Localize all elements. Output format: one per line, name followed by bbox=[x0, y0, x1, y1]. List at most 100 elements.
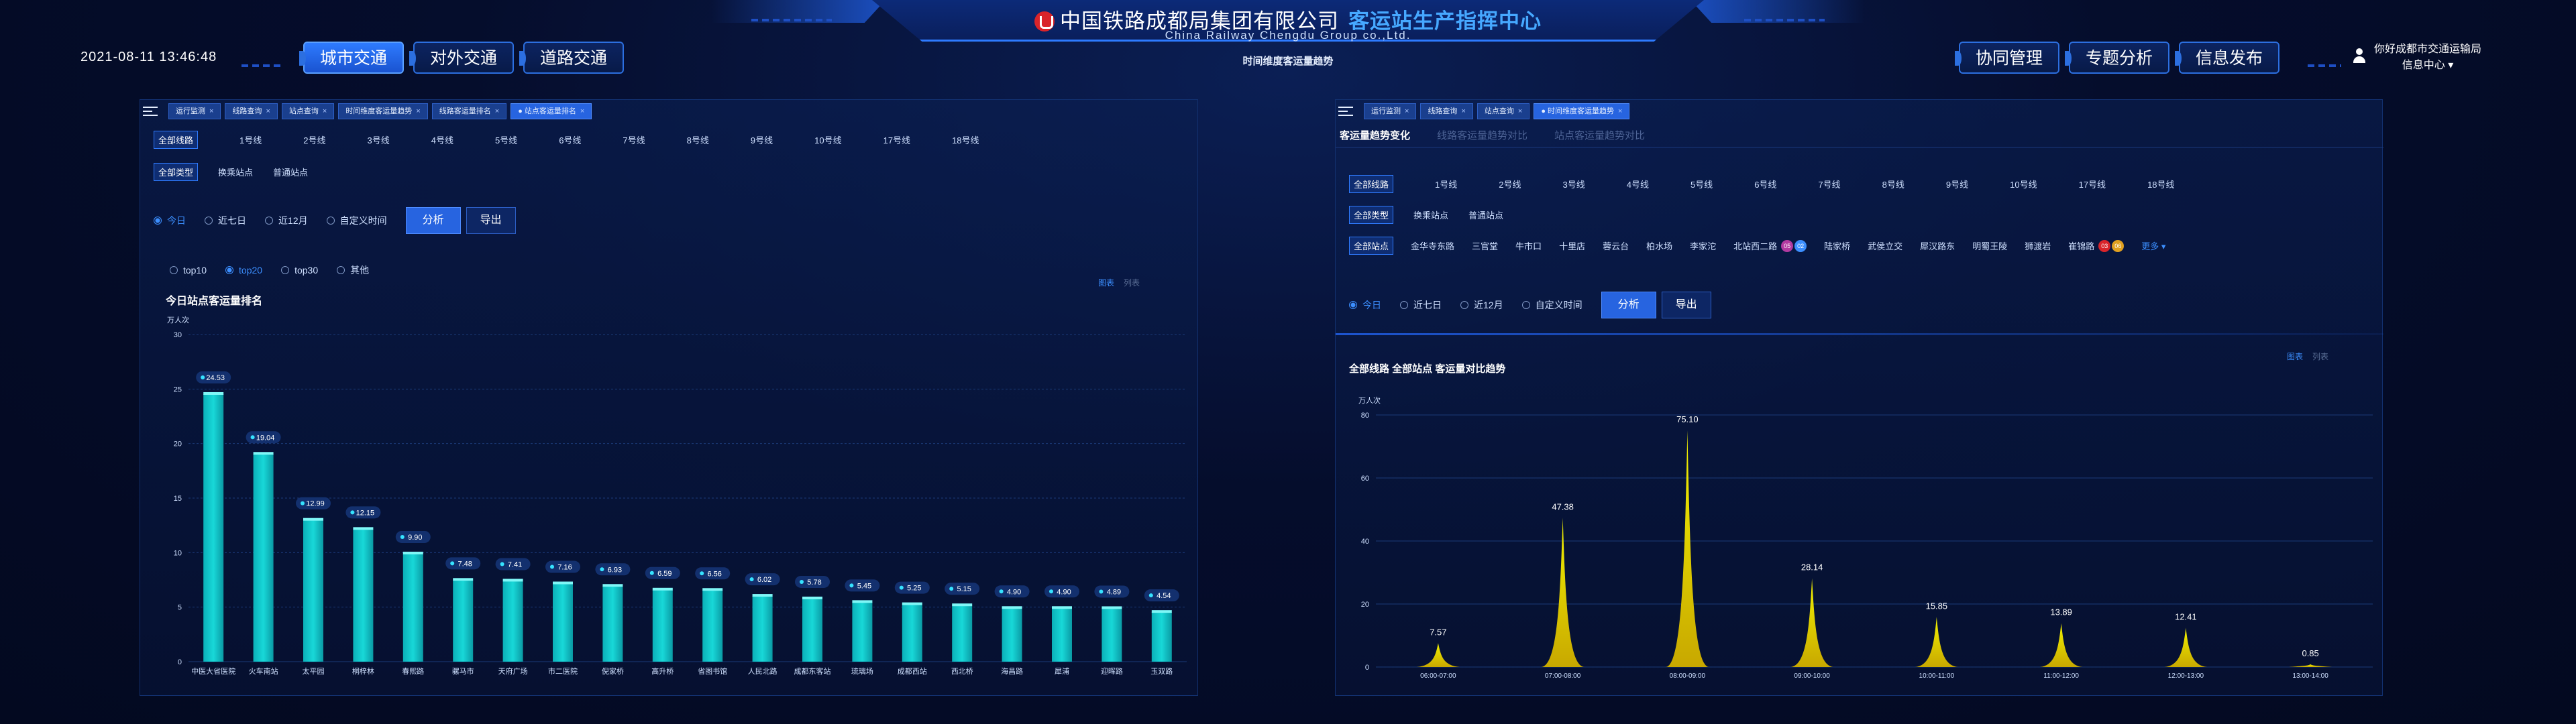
nav-collab-button[interactable]: 协同管理 bbox=[1955, 42, 2059, 74]
subtab-trend-change[interactable]: 客运量趋势变化 bbox=[1340, 128, 1410, 142]
line-option-2[interactable]: 2号线 bbox=[303, 133, 325, 146]
tab-station-query[interactable]: 站点查询 × bbox=[281, 103, 335, 119]
close-icon[interactable]: × bbox=[209, 107, 213, 115]
view-chart-toggle[interactable]: 图表 bbox=[2287, 351, 2303, 362]
radio-today[interactable]: 今日 bbox=[1349, 298, 1381, 312]
station-option-5[interactable]: 蓉云台 bbox=[1603, 239, 1629, 252]
analyze-button[interactable]: 分析 bbox=[1601, 292, 1656, 318]
station-option-3[interactable]: 牛市口 bbox=[1515, 239, 1542, 252]
type-option-2[interactable]: 普通站点 bbox=[1468, 208, 1503, 221]
line-option-10[interactable]: 10号线 bbox=[814, 133, 841, 146]
line-option-10[interactable]: 10号线 bbox=[2010, 178, 2037, 190]
line-option-0[interactable]: 全部线路 bbox=[1349, 175, 1394, 193]
tab-station-ranking[interactable]: ● 站点客运量排名 × bbox=[511, 103, 592, 119]
analyze-button[interactable]: 分析 bbox=[405, 207, 461, 234]
line-option-12[interactable]: 18号线 bbox=[952, 133, 979, 146]
line-option-11[interactable]: 17号线 bbox=[883, 133, 910, 146]
line-option-6[interactable]: 6号线 bbox=[1754, 178, 1776, 190]
type-option-1[interactable]: 换乘站点 bbox=[218, 166, 253, 178]
line-option-2[interactable]: 2号线 bbox=[1499, 178, 1521, 190]
type-option-0[interactable]: 全部类型 bbox=[1349, 206, 1394, 224]
radio-custom-time[interactable]: 自定义时间 bbox=[1521, 298, 1582, 312]
nav-road-traffic-button[interactable]: 道路交通 bbox=[519, 42, 624, 74]
tab-line-query[interactable]: 线路查询 × bbox=[225, 103, 278, 119]
line-option-7[interactable]: 7号线 bbox=[1818, 178, 1840, 190]
line-option-8[interactable]: 8号线 bbox=[687, 133, 709, 146]
tab-line-ranking[interactable]: 线路客运量排名 × bbox=[431, 103, 507, 119]
station-option-6[interactable]: 柏水场 bbox=[1646, 239, 1672, 252]
export-button[interactable]: 导出 bbox=[466, 207, 516, 234]
line-option-6[interactable]: 6号线 bbox=[559, 133, 581, 146]
radio-top30[interactable]: top30 bbox=[281, 265, 318, 276]
menu-icon[interactable] bbox=[143, 105, 159, 117]
type-option-2[interactable]: 普通站点 bbox=[273, 166, 308, 178]
radio-last-12-months[interactable]: 近12月 bbox=[1460, 298, 1503, 312]
tab-line-query[interactable]: 线路查询 × bbox=[1420, 103, 1473, 119]
subtab-line-compare[interactable]: 线路客运量趋势对比 bbox=[1437, 128, 1527, 142]
line-option-3[interactable]: 3号线 bbox=[367, 133, 389, 146]
station-option-1[interactable]: 金华寺东路 bbox=[1411, 239, 1454, 252]
radio-last-7-days[interactable]: 近七日 bbox=[205, 214, 246, 227]
line-option-4[interactable]: 4号线 bbox=[1627, 178, 1649, 190]
station-option-13[interactable]: 狮渡岩 bbox=[2025, 239, 2051, 252]
tab-monitoring[interactable]: 运行监测 × bbox=[168, 103, 221, 119]
nav-external-traffic-button[interactable]: 对外交通 bbox=[409, 42, 514, 74]
station-option-9[interactable]: 陆家桥 bbox=[1824, 239, 1850, 252]
menu-icon[interactable] bbox=[1338, 105, 1354, 117]
station-option-4[interactable]: 十里店 bbox=[1559, 239, 1585, 252]
station-option-2[interactable]: 三官堂 bbox=[1472, 239, 1498, 252]
station-option-12[interactable]: 明蜀王陵 bbox=[1972, 239, 2007, 252]
station-option-8[interactable]: 北站西二路 bbox=[1733, 239, 1777, 252]
line-option-8[interactable]: 8号线 bbox=[1882, 178, 1904, 190]
close-icon[interactable]: × bbox=[495, 107, 499, 115]
close-icon[interactable]: × bbox=[1405, 107, 1409, 115]
station-option-11[interactable]: 犀汉路东 bbox=[1920, 239, 1955, 252]
line-option-0[interactable]: 全部线路 bbox=[154, 131, 199, 149]
nav-topic-analysis-button[interactable]: 专题分析 bbox=[2065, 42, 2169, 74]
user-menu[interactable]: 你好成都市交通运输局 信息中心 ▾ bbox=[2351, 42, 2481, 74]
export-button[interactable]: 导出 bbox=[1661, 292, 1711, 318]
line-option-1[interactable]: 1号线 bbox=[239, 133, 262, 146]
line-option-7[interactable]: 7号线 bbox=[623, 133, 645, 146]
close-icon[interactable]: × bbox=[323, 107, 327, 115]
close-icon[interactable]: × bbox=[580, 107, 584, 115]
type-option-1[interactable]: 换乘站点 bbox=[1413, 208, 1448, 221]
station-option-14[interactable]: 崔锦路 bbox=[2068, 239, 2094, 252]
type-option-0[interactable]: 全部类型 bbox=[154, 163, 199, 181]
nav-city-traffic-button[interactable]: 城市交通 bbox=[299, 42, 404, 74]
close-icon[interactable]: × bbox=[1518, 107, 1522, 115]
tab-monitoring[interactable]: 运行监测 × bbox=[1364, 103, 1417, 119]
nav-info-publish-button[interactable]: 信息发布 bbox=[2175, 42, 2279, 74]
station-option-7[interactable]: 李家沱 bbox=[1690, 239, 1716, 252]
close-icon[interactable]: × bbox=[416, 107, 420, 115]
tab-station-query[interactable]: 站点查询 × bbox=[1477, 103, 1530, 119]
close-icon[interactable]: × bbox=[266, 107, 270, 115]
radio-custom-time[interactable]: 自定义时间 bbox=[326, 214, 387, 227]
line-option-11[interactable]: 17号线 bbox=[2079, 178, 2106, 190]
user-dept-dropdown[interactable]: 信息中心 ▾ bbox=[2374, 58, 2481, 74]
line-option-12[interactable]: 18号线 bbox=[2147, 178, 2174, 190]
radio-top20[interactable]: top20 bbox=[225, 265, 262, 276]
station-option-0[interactable]: 全部站点 bbox=[1349, 237, 1394, 255]
close-icon[interactable]: × bbox=[1618, 107, 1622, 115]
radio-top10[interactable]: top10 bbox=[170, 265, 207, 276]
tab-time-trend[interactable]: ● 时间维度客运量趋势 × bbox=[1534, 103, 1630, 119]
radio-today[interactable]: 今日 bbox=[154, 214, 186, 227]
tab-time-trend[interactable]: 时间维度客运量趋势 × bbox=[338, 103, 428, 119]
subtab-station-compare[interactable]: 站点客运量趋势对比 bbox=[1554, 128, 1645, 142]
radio-last-12-months[interactable]: 近12月 bbox=[265, 214, 308, 227]
line-option-5[interactable]: 5号线 bbox=[495, 133, 517, 146]
more-stations-button[interactable]: 更多 ▾ bbox=[2141, 239, 2165, 252]
view-table-toggle[interactable]: 列表 bbox=[2312, 351, 2328, 362]
line-option-9[interactable]: 9号线 bbox=[751, 133, 773, 146]
view-table-toggle[interactable]: 列表 bbox=[1124, 277, 1140, 288]
radio-last-7-days[interactable]: 近七日 bbox=[1400, 298, 1442, 312]
line-option-4[interactable]: 4号线 bbox=[431, 133, 453, 146]
close-icon[interactable]: × bbox=[1461, 107, 1465, 115]
line-option-9[interactable]: 9号线 bbox=[1946, 178, 1968, 190]
line-option-3[interactable]: 3号线 bbox=[1562, 178, 1585, 190]
line-option-1[interactable]: 1号线 bbox=[1435, 178, 1457, 190]
line-option-5[interactable]: 5号线 bbox=[1690, 178, 1713, 190]
view-chart-toggle[interactable]: 图表 bbox=[1098, 277, 1114, 288]
station-option-10[interactable]: 武侯立交 bbox=[1868, 239, 1902, 252]
